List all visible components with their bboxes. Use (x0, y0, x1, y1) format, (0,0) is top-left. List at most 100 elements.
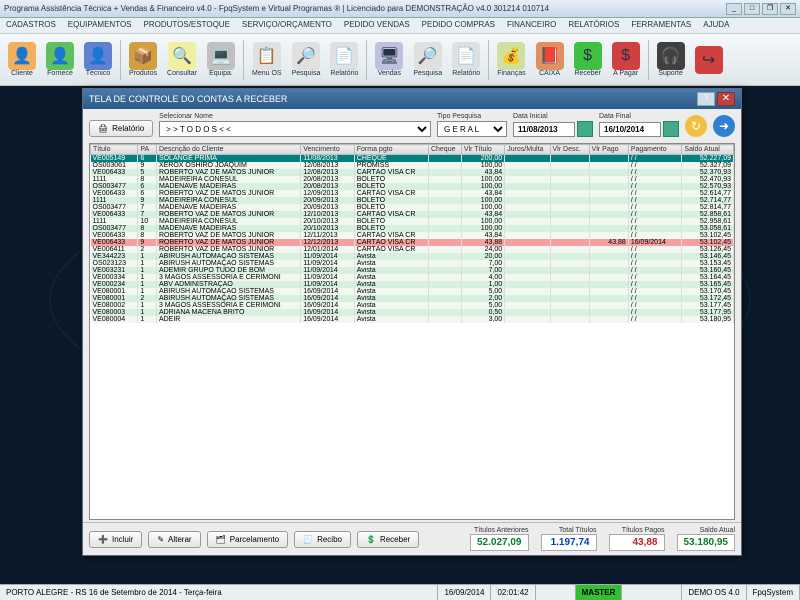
sel-nome-combo[interactable]: > > T O D O S < < (159, 121, 431, 137)
receivables-grid[interactable]: TítuloPADescrição do ClienteVencimentoFo… (90, 144, 734, 323)
table-row[interactable]: OS0034778MADENAVE MADEIRAS20/10/2013BOLE… (91, 225, 734, 232)
toolbar-equipa.[interactable]: 💻Equipa. (203, 40, 239, 79)
col-header[interactable]: PA (138, 145, 157, 155)
dialog-close-button[interactable]: ✕ (717, 92, 735, 106)
menu-pedido vendas[interactable]: PEDIDO VENDAS (338, 18, 416, 33)
table-row[interactable]: 11119MADEIREIRA CONESUL20/09/2013BOLETO1… (91, 197, 734, 204)
table-row[interactable]: VE0800031ADRIANA MACENA BRITO16/09/2014A… (91, 309, 734, 316)
toolbar-pesquisa[interactable]: 🔎Pesquisa (409, 40, 446, 79)
toolbar-relatório[interactable]: 📄Relatório (448, 40, 484, 79)
col-header[interactable]: Saldo Atual (682, 145, 734, 155)
total-saldo-atual: Saldo Atual53.180,95 (677, 527, 736, 551)
dialog-title: TELA DE CONTROLE DO CONTAS A RECEBER (89, 94, 697, 104)
table-row[interactable]: OS0034776MADENAVE MADEIRAS20/08/2013BOLE… (91, 183, 734, 190)
toolbar-relatório[interactable]: 📄Relatório (326, 40, 362, 79)
table-row[interactable]: OS0034777MADENAVE MADEIRAS20/09/2013BOLE… (91, 204, 734, 211)
vendas-icon: 🖥 (375, 42, 403, 70)
table-row[interactable]: VE0800041ADEIR16/09/2014Avista3,00/ /53.… (91, 316, 734, 323)
sel-nome-label: Selecionar Nome (159, 113, 431, 120)
menu-pedido compras[interactable]: PEDIDO COMPRAS (416, 18, 501, 33)
calendar-icon[interactable] (663, 121, 679, 137)
toolbar-receber[interactable]: $Receber (570, 40, 606, 79)
toolbar-caixa[interactable]: 📕CAIXA (532, 40, 568, 79)
toolbar-técnico[interactable]: 👤Técnico (80, 40, 116, 79)
menu-cadastros[interactable]: CADASTROS (0, 18, 62, 33)
finanças-icon: 💰 (497, 42, 525, 70)
status-location: PORTO ALEGRE - RS 16 de Setembro de 2014… (0, 585, 438, 600)
table-row[interactable]: VE0800012ABIRUSH AUTOMAÇÃO SISTEMAS16/09… (91, 295, 734, 302)
table-row[interactable]: VE0064338ROBERTO VAZ DE MATOS JUNIOR12/1… (91, 232, 734, 239)
table-row[interactable]: VE0064112ROBERTO VAZ DE MATOS JUNIOR12/0… (91, 246, 734, 253)
menu-produtos/estoque[interactable]: PRODUTOS/ESTOQUE (138, 18, 236, 33)
col-header[interactable]: Vencimento (301, 145, 355, 155)
dialog-help-button[interactable]: ? (697, 92, 715, 106)
col-header[interactable]: Descrição do Cliente (156, 145, 300, 155)
minimize-button[interactable]: _ (726, 3, 742, 15)
table-row[interactable]: VE0064336ROBERTO VAZ DE MATOS JUNIOR12/0… (91, 190, 734, 197)
menu-ferramentas[interactable]: FERRAMENTAS (625, 18, 697, 33)
restore-button[interactable]: ❐ (762, 3, 778, 15)
status-brand: FpqSystem (747, 585, 800, 600)
col-header[interactable]: Vlr Desc. (550, 145, 589, 155)
next-icon[interactable]: ➜ (713, 115, 735, 137)
toolbar-exit[interactable]: ↪ (691, 44, 727, 76)
produtos-icon: 📦 (129, 42, 157, 70)
col-header[interactable]: Pagamento (628, 145, 682, 155)
table-row[interactable]: 11118MADEIREIRA CONESUL20/08/2013BOLETO1… (91, 176, 734, 183)
total-total-títulos: Total Títulos1.197,74 (541, 527, 597, 551)
table-row[interactable]: VE0051496SOLANGE PRIMA11/08/2013CHEQUE20… (91, 155, 734, 163)
menu-serviço/orçamento[interactable]: SERVIÇO/ORÇAMENTO (236, 18, 338, 33)
incluir-button[interactable]: ➕Incluir (89, 531, 142, 548)
status-date: 16/09/2014 (438, 585, 491, 600)
toolbar-finanças[interactable]: 💰Finanças (493, 40, 529, 79)
table-row[interactable]: VE3442231ABIRUSH AUTOMAÇÃO SISTEMAS11/09… (91, 253, 734, 260)
col-header[interactable]: Cheque (428, 145, 461, 155)
toolbar-fornece[interactable]: 👤Fornece (42, 40, 78, 79)
receber-button[interactable]: 💲Receber (357, 531, 419, 548)
toolbar-a pagar[interactable]: $A Pagar (608, 40, 644, 79)
col-header[interactable]: Título (91, 145, 138, 155)
printer-icon: 🖨 (98, 124, 108, 133)
col-header[interactable]: Juros/Multa (505, 145, 550, 155)
table-row[interactable]: 111110MADEIREIRA CONESUL20/10/2013BOLETO… (91, 218, 734, 225)
recibo-button[interactable]: 🧾Recibo (294, 531, 351, 548)
alterar-button[interactable]: ✎Alterar (148, 531, 200, 548)
menu-equipamentos[interactable]: EQUIPAMENTOS (62, 18, 138, 33)
col-header[interactable]: Vlr Pago (589, 145, 628, 155)
statusbar: PORTO ALEGRE - RS 16 de Setembro de 2014… (0, 584, 800, 600)
table-row[interactable]: OS0231231ABIRUSH AUTOMAÇÃO SISTEMAS11/09… (91, 260, 734, 267)
calendar-icon[interactable] (577, 121, 593, 137)
toolbar-suporte[interactable]: 🎧Suporte (653, 40, 689, 79)
table-row[interactable]: VE0064339ROBERTO VAZ DE MATOS JUNIOR12/1… (91, 239, 734, 246)
receber-icon: $ (574, 42, 602, 70)
menu-financeiro[interactable]: FINANCEIRO (501, 18, 562, 33)
toolbar-pesquisa[interactable]: 🔎Pesquisa (288, 40, 325, 79)
table-row[interactable]: VE0002341ABV ADMINISTRAÇÃO11/09/2014Avis… (91, 281, 734, 288)
maximize-button[interactable]: □ (744, 3, 760, 15)
toolbar-menu os[interactable]: 📋Menu OS (248, 40, 286, 79)
data-inicial-label: Data Inicial (513, 113, 593, 120)
data-final-input[interactable] (599, 122, 661, 137)
menu-relatórios[interactable]: RELATÓRIOS (562, 18, 625, 33)
table-row[interactable]: VE0032311ADEMIR GRUPO TUDO DE BOM11/09/2… (91, 267, 734, 274)
table-row[interactable]: VE0064337ROBERTO VAZ DE MATOS JUNIOR12/1… (91, 211, 734, 218)
table-row[interactable]: VE00033413 MAGOS ASSESSORIA E CERIMONI11… (91, 274, 734, 281)
table-row[interactable]: OS0030619XEROX OSHIRO JOAQUIM12/08/2013P… (91, 162, 734, 169)
menu-ajuda[interactable]: AJUDA (697, 18, 735, 33)
caixa-icon: 📕 (536, 42, 564, 70)
table-row[interactable]: VE0064335ROBERTO VAZ DE MATOS JUNIOR12/0… (91, 169, 734, 176)
table-row[interactable]: VE08000213 MAGOS ASSESSORIA E CERIMONI16… (91, 302, 734, 309)
col-header[interactable]: Forma pgto (354, 145, 428, 155)
table-row[interactable]: VE0800011ABIRUSH AUTOMAÇÃO SISTEMAS16/09… (91, 288, 734, 295)
toolbar-vendas[interactable]: 🖥Vendas (371, 40, 407, 79)
relatorio-button[interactable]: 🖨 Relatório (89, 120, 153, 137)
refresh-icon[interactable]: ↻ (685, 115, 707, 137)
col-header[interactable]: Vlr Título (461, 145, 504, 155)
toolbar-cliente[interactable]: 👤Cliente (4, 40, 40, 79)
tipo-pesquisa-combo[interactable]: G E R A L (437, 121, 507, 137)
parcelamento-button[interactable]: 🗂Parcelamento (207, 531, 289, 548)
data-inicial-input[interactable] (513, 122, 575, 137)
toolbar-consultar[interactable]: 🔍Consultar (163, 40, 201, 79)
close-button[interactable]: ✕ (780, 3, 796, 15)
toolbar-produtos[interactable]: 📦Produtos (125, 40, 161, 79)
